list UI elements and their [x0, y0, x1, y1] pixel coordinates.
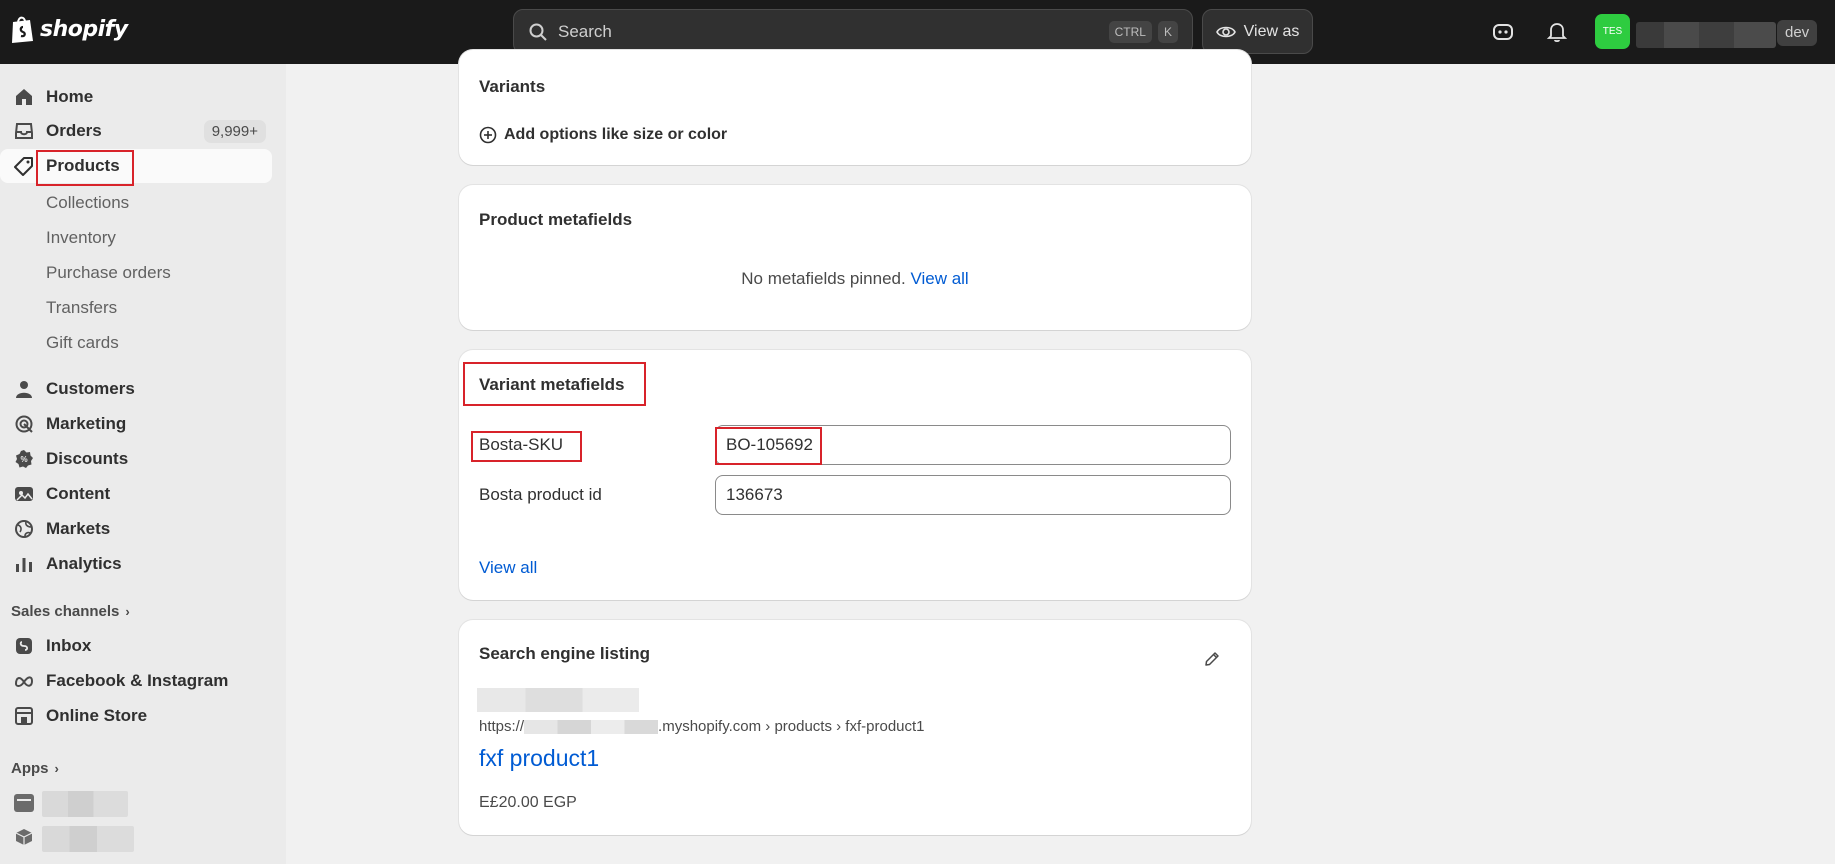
- nav-orders[interactable]: Orders 9,999+: [0, 114, 272, 148]
- bosta-product-id-input[interactable]: 136673: [715, 475, 1231, 515]
- search-icon: [529, 23, 547, 41]
- bar-chart-icon: [16, 558, 32, 572]
- add-options-label: Add options like size or color: [504, 126, 728, 143]
- tag-icon: [14, 157, 33, 176]
- empty-text: No metafields pinned.: [741, 269, 906, 288]
- bosta-sku-input[interactable]: BO-105692: [715, 425, 1231, 465]
- store-avatar[interactable]: TES: [1595, 14, 1630, 49]
- view-as-button[interactable]: View as: [1202, 9, 1313, 54]
- variant-metafields-card: Variant metafields Bosta-SKU BO-105692 B…: [459, 350, 1251, 600]
- sales-channels-label: Sales channels: [11, 603, 120, 620]
- pencil-icon[interactable]: [1203, 650, 1221, 668]
- product-metafields-view-all[interactable]: View all: [910, 269, 968, 288]
- chevron-right-icon: ›: [125, 604, 130, 619]
- person-icon: [16, 381, 32, 398]
- search-placeholder: Search: [558, 21, 612, 41]
- nav-discounts-label: Discounts: [46, 449, 129, 468]
- nav-orders-label: Orders: [46, 121, 102, 140]
- inbox-app-icon: [16, 638, 32, 654]
- shopify-logo[interactable]: shopify: [10, 14, 128, 44]
- globe-icon: [15, 520, 33, 538]
- apps-label: Apps: [11, 760, 49, 777]
- nav-marketing-label: Marketing: [46, 414, 127, 433]
- app-icon[interactable]: [14, 794, 34, 812]
- chevron-right-icon: ›: [54, 761, 59, 776]
- seo-url-suffix: .myshopify.com › products › fxf-product1: [658, 718, 925, 735]
- app-name-redacted[interactable]: [42, 791, 128, 817]
- store-name-redacted[interactable]: [1636, 22, 1776, 48]
- eye-icon: [1215, 26, 1236, 37]
- sales-channels-heading[interactable]: Sales channels ›: [11, 603, 130, 620]
- nav-collections[interactable]: Collections: [46, 188, 129, 218]
- seo-page-title[interactable]: fxf product1: [479, 745, 599, 772]
- variant-metafields-title: Variant metafields: [479, 375, 625, 394]
- storefront-icon: [15, 707, 33, 725]
- store-domain-redacted: [524, 720, 659, 735]
- nav-purchase-orders[interactable]: Purchase orders: [46, 258, 171, 288]
- cube-icon[interactable]: [14, 828, 34, 846]
- nav-discounts[interactable]: % Discounts: [0, 442, 272, 476]
- nav-facebook-instagram-label: Facebook & Instagram: [46, 671, 229, 690]
- variants-title: Variants: [479, 77, 546, 96]
- search-engine-listing-card: Search engine listing https:// .myshopify…: [459, 620, 1251, 835]
- nav-inventory[interactable]: Inventory: [46, 223, 116, 253]
- nav-products-label: Products: [46, 156, 120, 175]
- discount-icon: %: [15, 450, 33, 468]
- nav-markets[interactable]: Markets: [0, 512, 272, 546]
- nav-markets-label: Markets: [46, 519, 111, 538]
- brand-name: shopify: [40, 16, 128, 42]
- nav-facebook-instagram[interactable]: Facebook & Instagram: [0, 664, 272, 698]
- nav-customers-label: Customers: [46, 379, 135, 398]
- plus-circle-icon: [479, 126, 497, 144]
- shopify-bag-icon: [12, 16, 33, 43]
- nav-marketing[interactable]: Marketing: [0, 407, 272, 441]
- product-metafields-card: Product metafields No metafields pinned.…: [459, 185, 1251, 330]
- nav-analytics-label: Analytics: [46, 554, 122, 573]
- seo-title: Search engine listing: [479, 644, 650, 663]
- search-bar[interactable]: Search CTRL K: [513, 9, 1193, 54]
- bosta-sku-label: Bosta-SKU: [479, 435, 564, 454]
- home-icon: [16, 89, 32, 105]
- nav-online-store-label: Online Store: [46, 706, 148, 725]
- nav-transfers[interactable]: Transfers: [46, 293, 117, 323]
- content-icon: [15, 487, 33, 501]
- nav-content[interactable]: Content: [0, 477, 272, 511]
- metafields-empty-state: No metafields pinned. View all: [459, 269, 1251, 289]
- seo-url-prefix: https://: [479, 718, 525, 735]
- nav-products[interactable]: Products: [0, 149, 272, 183]
- apps-heading[interactable]: Apps ›: [11, 760, 59, 777]
- svg-text:%: %: [20, 455, 27, 464]
- nav-analytics[interactable]: Analytics: [0, 547, 272, 581]
- nav-online-store[interactable]: Online Store: [0, 699, 272, 733]
- variant-metafields-view-all[interactable]: View all: [479, 558, 537, 578]
- nav-gift-cards[interactable]: Gift cards: [46, 328, 119, 358]
- nav-home[interactable]: Home: [0, 80, 272, 114]
- shortcut-ctrl: CTRL: [1108, 20, 1152, 43]
- nav-customers[interactable]: Customers: [0, 372, 272, 406]
- add-options-button[interactable]: Add options like size or color: [479, 126, 727, 144]
- nav-inbox[interactable]: Inbox: [0, 629, 272, 663]
- sidekick-icon[interactable]: [1491, 20, 1515, 44]
- inbox-tray-icon: [15, 123, 33, 139]
- sidebar: Home Orders 9,999+ Products Collections …: [0, 64, 286, 864]
- bosta-product-id-label: Bosta product id: [479, 485, 602, 504]
- orders-count-badge: 9,999+: [203, 119, 266, 143]
- seo-url: https:// .myshopify.com › products › fxf-…: [479, 718, 925, 735]
- nav-content-label: Content: [46, 484, 111, 503]
- bell-icon[interactable]: [1545, 20, 1569, 44]
- store-name-redacted: [477, 688, 639, 712]
- view-as-label: View as: [1243, 22, 1300, 40]
- variants-card: Variants Add options like size or color: [459, 50, 1251, 165]
- nav-home-label: Home: [46, 87, 94, 106]
- shortcut-k: K: [1157, 20, 1178, 43]
- seo-price: E£20.00 EGP: [479, 794, 577, 811]
- product-metafields-title: Product metafields: [479, 210, 633, 229]
- nav-inbox-label: Inbox: [46, 636, 92, 655]
- target-icon: [15, 415, 33, 433]
- meta-icon: [14, 676, 34, 687]
- app-name-redacted[interactable]: [42, 826, 134, 852]
- store-badge: dev: [1777, 20, 1818, 46]
